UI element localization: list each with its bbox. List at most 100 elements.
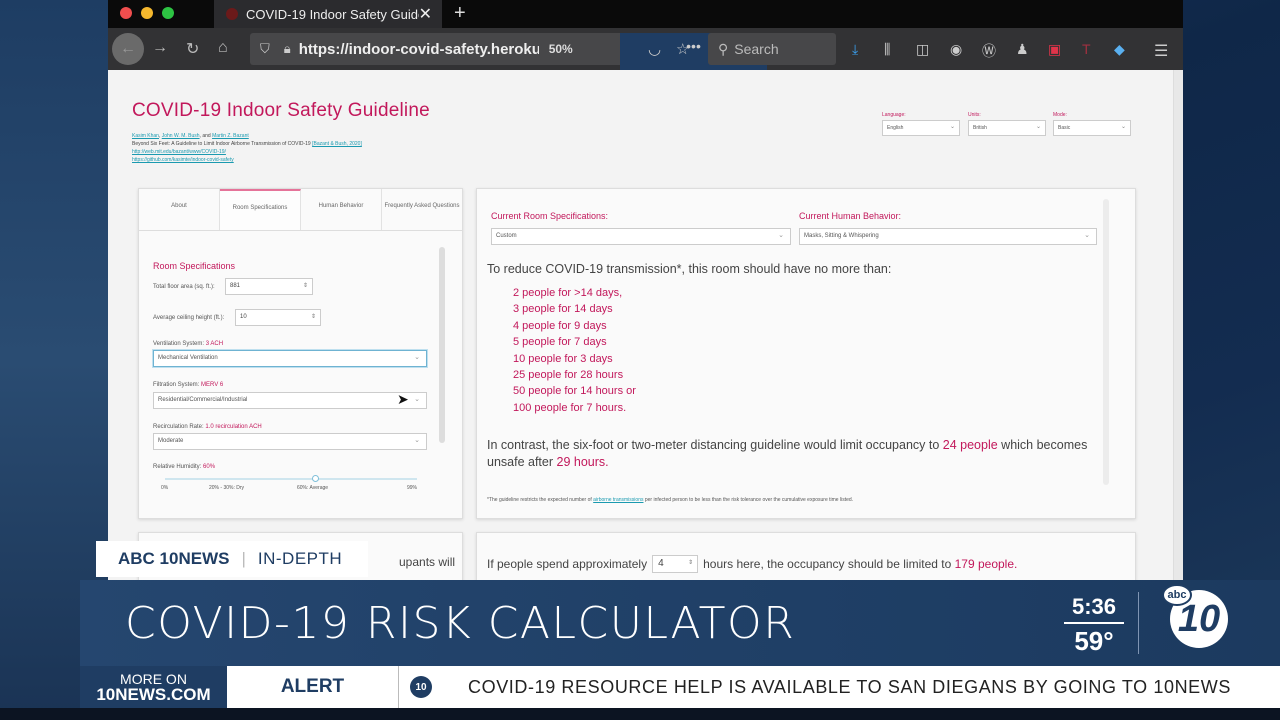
maximize-window-button[interactable]	[162, 7, 174, 19]
citation-link[interactable]: [Bazant & Bush, 2020]	[312, 141, 362, 147]
airborne-transmissions-link[interactable]: airborne transmissions	[593, 497, 643, 503]
ventilation-select[interactable]: Mechanical Ventilation	[153, 350, 427, 367]
author-link[interactable]: Kasim Khan	[132, 133, 159, 139]
credits-text: and	[202, 133, 211, 139]
footnote-text: *The guideline restricts the expected nu…	[487, 497, 594, 503]
hours-input[interactable]: 4 ⇕	[652, 555, 699, 573]
tab-faq[interactable]: Frequently Asked Questions	[382, 189, 462, 230]
search-box[interactable]: ⚲ Search	[708, 33, 836, 65]
close-tab-icon[interactable]: ✕	[419, 4, 432, 24]
account-icon[interactable]: ◉	[950, 41, 962, 58]
occupancy-limit-item: 2 people for >14 days,	[513, 287, 623, 299]
library-icon[interactable]: ⫼	[884, 41, 890, 58]
download-icon[interactable]: ⤓	[852, 41, 858, 58]
language-label: Language:	[882, 112, 906, 118]
page-scrollbar[interactable]	[1173, 70, 1183, 600]
author-link[interactable]: Martin Z. Bazant	[212, 133, 249, 139]
humidity-slider-track[interactable]	[165, 475, 417, 482]
tab-human-behavior[interactable]: Human Behavior	[301, 189, 382, 230]
partial-text: upants will	[399, 555, 456, 569]
lock-icon[interactable]: 🔒︎	[284, 41, 291, 57]
tab-list: About Room Specifications Human Behavior…	[139, 189, 462, 231]
pocket-icon[interactable]: ◡	[648, 40, 661, 58]
tab-bar: COVID-19 Indoor Safety Guideline ✕ +	[108, 0, 1183, 28]
spinner-icon[interactable]: ⇕	[311, 313, 316, 320]
units-select[interactable]: British	[968, 120, 1046, 136]
exposure-result: 179 people.	[954, 557, 1018, 571]
page-title: COVID-19 Indoor Safety Guideline	[132, 100, 430, 121]
exposure-statement: If people spend approximately 4 ⇕ hours h…	[487, 555, 1017, 573]
home-icon[interactable]: ⌂	[218, 39, 228, 57]
units-select-group: Units: British	[968, 112, 1046, 136]
occupancy-limit-item: 10 people for 3 days	[513, 352, 613, 365]
sidebar-icon[interactable]: ◫	[916, 41, 929, 58]
brand-name: ABC 10NEWS	[118, 549, 230, 568]
browser-tab[interactable]: COVID-19 Indoor Safety Guideline ✕	[214, 0, 442, 28]
extension-t-icon[interactable]: T	[1082, 41, 1091, 57]
extension-w-icon[interactable]: Ⓦ	[982, 41, 996, 61]
ventilation-value: 3 ACH	[205, 341, 224, 347]
author-link[interactable]: John W. M. Bush	[162, 133, 200, 139]
site-name: 10NEWS.COM	[96, 685, 211, 704]
room-spec-select[interactable]: Custom	[491, 228, 791, 245]
panel-scrollbar[interactable]	[1103, 199, 1109, 485]
search-placeholder: Search	[734, 41, 779, 57]
recirculation-select[interactable]: Moderate	[153, 433, 427, 450]
floor-area-input[interactable]: 881 ⇕	[225, 278, 313, 295]
url-text[interactable]: https://indoor-covid-safety.herokuapp.co…	[299, 41, 539, 58]
ventilation-label: Ventilation System: 3 ACH	[153, 341, 223, 347]
recirculation-label-text: Recirculation Rate:	[153, 424, 204, 430]
ceiling-height-input[interactable]: 10 ⇕	[235, 309, 321, 326]
room-spec-select-label: Current Room Specifications:	[491, 211, 609, 221]
time: 5:36	[1064, 594, 1124, 624]
zoom-level[interactable]: 50%	[549, 42, 573, 56]
behavior-select-label: Current Human Behavior:	[799, 211, 902, 221]
spinner-icon[interactable]: ⇕	[688, 559, 693, 566]
tab-about[interactable]: About	[139, 189, 220, 230]
humidity-slider-thumb[interactable]	[312, 475, 320, 482]
pdf-extension-icon[interactable]: ▣	[1048, 41, 1061, 58]
language-select[interactable]: English	[882, 120, 960, 136]
new-tab-icon[interactable]: +	[454, 2, 466, 25]
menu-icon[interactable]: ☰	[1154, 41, 1168, 61]
occupancy-limit-item: 100 people for 7 hours.	[513, 401, 627, 414]
filtration-select[interactable]: Residential/Commercial/Industrial	[153, 392, 427, 409]
ventilation-label-text: Ventilation System:	[153, 341, 205, 347]
humidity-tick: 20% - 30%: Dry	[209, 485, 245, 491]
reload-icon[interactable]: ↻	[186, 39, 199, 59]
ticker-logo-icon: 10	[410, 676, 432, 698]
tab-title: COVID-19 Indoor Safety Guideline	[246, 6, 419, 22]
mit-link[interactable]: http://web.mit.edu/bazant/www/COVID-19/	[132, 149, 226, 155]
input-panel: About Room Specifications Human Behavior…	[138, 188, 463, 519]
behavior-select[interactable]: Masks, Sitting & Whispering	[799, 228, 1097, 245]
forward-arrow-icon[interactable]: →	[152, 39, 168, 57]
tab-room-specifications[interactable]: Room Specifications	[220, 189, 301, 230]
mode-select[interactable]: Basic	[1053, 120, 1131, 136]
exposure-text: If people spend approximately	[487, 557, 648, 571]
address-bar[interactable]: ⛉ 🔒︎ https://indoor-covid-safety.herokua…	[250, 33, 767, 75]
bottom-bar	[0, 708, 1280, 720]
close-window-button[interactable]	[120, 7, 132, 19]
more-on-site: MORE ON 10NEWS.COM	[80, 666, 227, 708]
tag-divider: |	[241, 549, 246, 568]
shield-icon[interactable]: ⛉	[260, 41, 270, 57]
floor-area-label: Total floor area (sq. ft.):	[153, 284, 215, 290]
segment-tag: ABC 10NEWS | IN-DEPTH	[96, 541, 368, 577]
abc10-logo: abc 10	[1162, 584, 1228, 648]
temperature: 59°	[1074, 626, 1114, 656]
panel-scrollbar[interactable]	[439, 247, 445, 443]
spinner-icon[interactable]: ⇕	[303, 282, 308, 289]
back-arrow-icon[interactable]: ←	[112, 33, 144, 65]
github-link[interactable]: https://github.com/kasimte/indoor-covid-…	[132, 157, 234, 163]
minimize-window-button[interactable]	[141, 7, 153, 19]
extension-gem-icon[interactable]: ◆	[1114, 41, 1125, 58]
bookmark-star-icon[interactable]: ☆	[676, 40, 689, 58]
news-ticker: MORE ON 10NEWS.COM ALERT 10 COVID-19 RES…	[80, 666, 1280, 708]
mouse-pointer-icon: ➤	[397, 391, 409, 407]
filtration-value: MERV 6	[201, 382, 224, 388]
mode-select-group: Mode: Basic	[1053, 112, 1131, 136]
favicon-icon	[226, 8, 238, 20]
occupancy-limit-item: 25 people for 28 hours	[513, 369, 624, 382]
extension-figure-icon[interactable]: ♟	[1016, 41, 1029, 58]
citation-text: Beyond Six Feet: A Guideline to Limit In…	[132, 141, 311, 147]
